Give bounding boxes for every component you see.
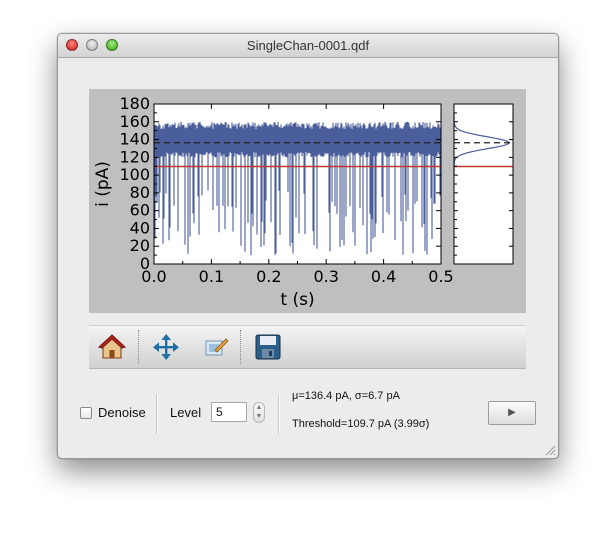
stats-text: μ=136.4 pA, σ=6.7 pA [292, 390, 400, 402]
y-tick-label: 140 [119, 130, 150, 149]
y-tick-label: 160 [119, 112, 150, 131]
home-icon [98, 334, 126, 359]
controls-separator [278, 394, 280, 434]
y-tick-label: 80 [130, 183, 150, 202]
plot-toolbar [89, 325, 526, 369]
denoise-checkbox[interactable] [80, 407, 92, 419]
window-title: SingleChan-0001.qdf [246, 38, 370, 53]
level-input[interactable]: 5 [211, 402, 247, 422]
stepper-up-icon: ▲ [255, 404, 263, 411]
title-bar: SingleChan-0001.qdf [58, 34, 558, 58]
save-icon [255, 334, 281, 360]
x-tick-label: 0.1 [199, 267, 224, 286]
toolbar-separator [240, 330, 241, 364]
configure-subplots-button[interactable] [201, 332, 231, 362]
x-tick-label: 0.0 [141, 267, 166, 286]
resize-grip-icon[interactable] [544, 444, 556, 456]
pan-button[interactable] [151, 332, 181, 362]
controls-separator [156, 394, 158, 434]
denoise-label: Denoise [98, 405, 146, 420]
y-tick-label: 60 [130, 201, 150, 220]
y-tick-label: 180 [119, 94, 150, 113]
save-button[interactable] [253, 332, 283, 362]
home-button[interactable] [97, 332, 127, 362]
y-tick-label: 120 [119, 147, 150, 166]
stepper-down-icon: ▼ [255, 413, 263, 420]
level-label: Level [170, 405, 202, 420]
y-axis-label: i (pA) [93, 161, 113, 207]
plot-area: 0 20 40 60 80 100 120 140 160 180 0.0 0.1 0.2 0.3 0.4 0… [89, 89, 526, 313]
y-tick-label: 20 [130, 236, 150, 255]
x-axis-label: t (s) [280, 290, 314, 310]
play-button[interactable]: ▶ [488, 401, 536, 425]
controls-panel: Denoise Level 5 ▲ ▼ μ=136.4 pA, σ=6.7 pA… [58, 379, 558, 449]
y-tick-label: 40 [130, 218, 150, 237]
threshold-text: Threshold=109.7 pA (3.99σ) [292, 418, 430, 430]
configure-subplots-icon [205, 338, 229, 356]
histogram-axes-background [454, 104, 513, 264]
level-stepper[interactable]: ▲ ▼ [253, 402, 265, 423]
x-tick-label: 0.5 [428, 267, 453, 286]
app-window: SingleChan-0001.qdf 0 20 40 60 80 100 120 140 16… [57, 33, 559, 459]
current-trace-figure: 0204060801001201401601800.0 0.1 0.2 0.3 0.4 0… [93, 94, 514, 310]
x-tick-label: 0.3 [313, 267, 338, 286]
toolbar-separator [138, 330, 139, 364]
y-tick-label: 100 [119, 165, 150, 184]
x-tick-label: 0.2 [256, 267, 281, 286]
x-tick-label: 0.4 [371, 267, 396, 286]
pan-icon [153, 334, 179, 360]
